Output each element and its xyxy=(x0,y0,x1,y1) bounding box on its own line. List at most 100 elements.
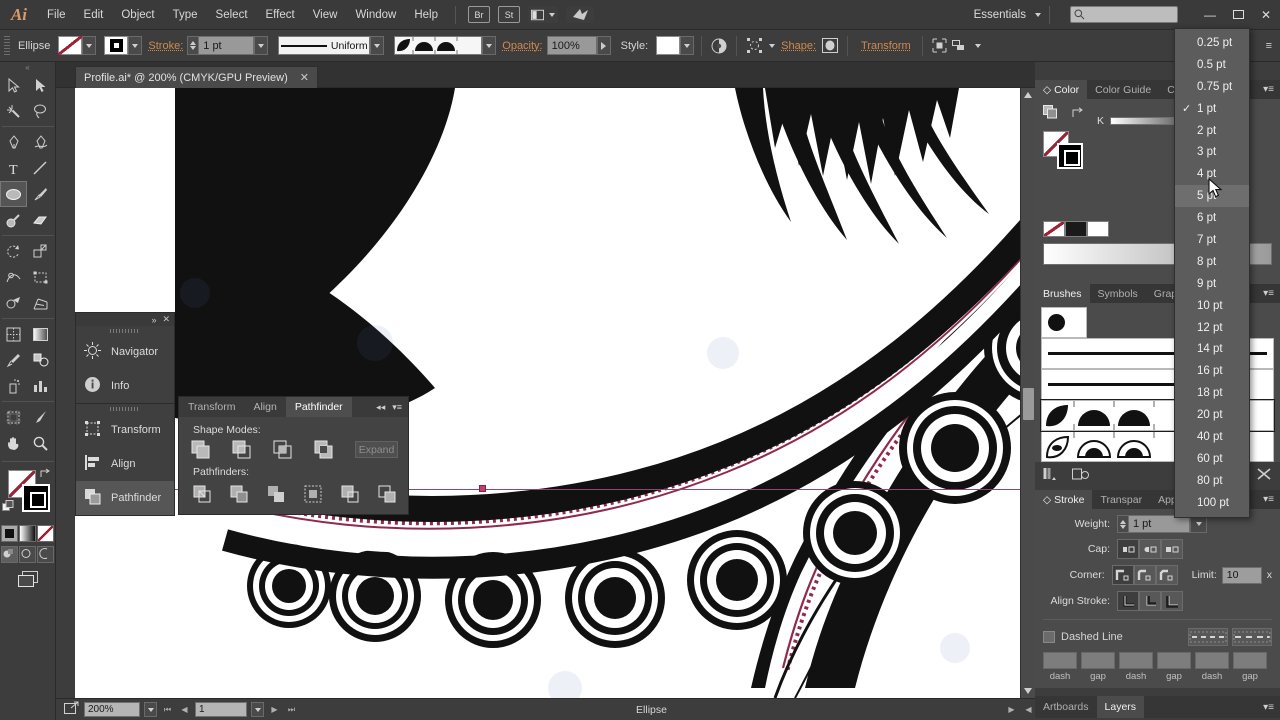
navigator-panel-titlebar[interactable]: » ✕ xyxy=(76,313,174,326)
align-inside-icon[interactable] xyxy=(1139,591,1161,611)
gap-field-2[interactable] xyxy=(1157,652,1191,669)
draw-behind-mode[interactable] xyxy=(19,546,36,563)
last-artboard-button[interactable]: ⏭ xyxy=(285,702,298,717)
dropdown-option[interactable]: 16 pt xyxy=(1175,360,1249,382)
panel-menu-icon[interactable]: ▾≡ xyxy=(392,402,402,413)
artboard-number-field[interactable]: 1 xyxy=(195,702,247,717)
panel-grip-2[interactable] xyxy=(76,404,174,413)
status-next-icon[interactable]: ▶ xyxy=(1005,702,1018,717)
minus-front-icon[interactable] xyxy=(232,440,251,459)
bridge-button[interactable]: Br xyxy=(468,6,490,23)
gradient-tool[interactable] xyxy=(27,321,54,347)
opacity-dropdown-button[interactable] xyxy=(596,36,611,55)
scroll-down-icon[interactable] xyxy=(1024,688,1032,694)
zoom-level-field[interactable]: 200% xyxy=(84,702,140,717)
sidebar-item-pathfinder[interactable]: Pathfinder xyxy=(76,481,174,515)
projecting-cap-icon[interactable] xyxy=(1161,539,1183,559)
stroke-weight-dropdown-menu[interactable]: 0.25 pt 0.5 pt 0.75 pt 1 pt 2 pt 3 pt 4 … xyxy=(1174,28,1250,518)
color-swap-icon[interactable] xyxy=(1070,106,1085,122)
document-tab[interactable]: Profile.ai* @ 200% (CMYK/GPU Preview) ✕ xyxy=(75,66,318,88)
tab-stroke[interactable]: ◇ Stroke xyxy=(1035,490,1093,509)
graphic-style-swatch[interactable] xyxy=(656,36,681,55)
brush-definition-preview[interactable] xyxy=(394,36,483,55)
dropdown-option[interactable]: 12 pt xyxy=(1175,317,1249,339)
intersect-icon[interactable] xyxy=(273,440,292,459)
align-objects-icon[interactable] xyxy=(950,36,970,56)
zoom-tool[interactable] xyxy=(27,430,54,456)
tab-layers[interactable]: Layers xyxy=(1096,696,1145,718)
style-dropdown-button[interactable] xyxy=(680,36,695,55)
scale-tool[interactable] xyxy=(27,238,54,264)
remove-brush-link-icon[interactable] xyxy=(1072,467,1090,484)
dropdown-option[interactable]: 2 pt xyxy=(1175,120,1249,142)
dropdown-option[interactable]: 0.75 pt xyxy=(1175,76,1249,98)
stock-button[interactable]: St xyxy=(498,6,520,23)
dash-preserve-exact-icon[interactable] xyxy=(1188,628,1228,646)
dashed-line-checkbox[interactable] xyxy=(1043,631,1055,643)
status-menu-icon[interactable]: ◀ xyxy=(1022,702,1035,717)
recolor-artwork-icon[interactable] xyxy=(709,36,729,56)
menu-edit[interactable]: Edit xyxy=(75,0,113,30)
direct-selection-tool[interactable] xyxy=(27,72,54,98)
tab-align[interactable]: Align xyxy=(244,397,285,417)
blend-tool[interactable] xyxy=(27,347,54,373)
dropdown-option[interactable]: 10 pt xyxy=(1175,295,1249,317)
opacity-field[interactable]: 100% xyxy=(546,36,597,55)
brushes-panel-menu-icon[interactable]: ▾≡ xyxy=(1263,284,1280,303)
tab-transparency[interactable]: Transpar xyxy=(1092,490,1150,509)
tab-artboards[interactable]: Artboards xyxy=(1035,696,1097,718)
next-artboard-button[interactable]: ▶ xyxy=(268,702,281,717)
draw-normal-mode[interactable] xyxy=(1,546,18,563)
limit-field[interactable]: 10 xyxy=(1221,566,1262,584)
default-fill-stroke-icon[interactable] xyxy=(2,500,15,516)
previous-artboard-button[interactable]: ◀ xyxy=(178,702,191,717)
dropdown-option[interactable]: 9 pt xyxy=(1175,273,1249,295)
artboard-dropdown-button[interactable] xyxy=(251,702,264,717)
round-cap-icon[interactable] xyxy=(1139,539,1161,559)
dropdown-option[interactable]: 8 pt xyxy=(1175,251,1249,273)
curvature-tool[interactable] xyxy=(27,129,54,155)
brush-basic-dot[interactable] xyxy=(1041,307,1087,338)
color-swatch-toggle-icon[interactable] xyxy=(1043,105,1058,122)
dropdown-option[interactable]: 18 pt xyxy=(1175,382,1249,404)
crop-icon[interactable] xyxy=(304,485,323,504)
select-similar-icon[interactable] xyxy=(744,36,764,56)
isolate-selected-icon[interactable] xyxy=(930,36,950,56)
workspace-label[interactable]: Essentials xyxy=(970,9,1030,21)
dropdown-option[interactable]: 0.25 pt xyxy=(1175,32,1249,54)
menu-window[interactable]: Window xyxy=(346,0,405,30)
tab-symbols[interactable]: Symbols xyxy=(1090,284,1146,303)
dropdown-option[interactable]: 7 pt xyxy=(1175,229,1249,251)
close-button[interactable]: ✕ xyxy=(1252,4,1280,26)
tab-pathfinder[interactable]: Pathfinder xyxy=(285,397,352,417)
color-stroke-swatch[interactable] xyxy=(1057,143,1083,169)
dropdown-option-selected[interactable]: 1 pt xyxy=(1175,98,1249,120)
trim-icon[interactable] xyxy=(230,485,249,504)
tab-color-guide[interactable]: Color Guide xyxy=(1087,80,1159,99)
control-bar-grip[interactable] xyxy=(4,35,10,56)
dash-field-1[interactable] xyxy=(1043,652,1077,669)
maximize-button[interactable] xyxy=(1224,4,1252,26)
brush-definition-dropdown-button[interactable] xyxy=(482,36,497,55)
tab-color[interactable]: ◇ Color xyxy=(1035,80,1088,99)
menu-help[interactable]: Help xyxy=(405,0,447,30)
perspective-grid-tool[interactable] xyxy=(27,290,54,316)
stroke-profile-dropdown-button[interactable] xyxy=(370,36,385,55)
fill-color-swatch[interactable] xyxy=(58,36,83,55)
stroke-weight-dropdown-button[interactable] xyxy=(254,36,269,55)
fill-dropdown-button[interactable] xyxy=(82,36,97,55)
dropdown-option[interactable]: 6 pt xyxy=(1175,207,1249,229)
scroll-up-icon[interactable] xyxy=(1024,92,1032,98)
weight-stepper[interactable] xyxy=(1117,515,1128,533)
menu-view[interactable]: View xyxy=(304,0,347,30)
selection-tool[interactable] xyxy=(0,72,27,98)
eraser-tool[interactable] xyxy=(27,207,54,233)
sidebar-item-navigator[interactable]: Navigator xyxy=(76,335,174,369)
stroke-color-swatch[interactable] xyxy=(104,36,129,55)
artboard-canvas[interactable]: 人人素材 xyxy=(75,88,1020,698)
dropdown-option[interactable]: 20 pt xyxy=(1175,404,1249,426)
swatch-white[interactable] xyxy=(1087,221,1109,237)
minimize-button[interactable]: — xyxy=(1196,4,1224,26)
arrange-documents-button[interactable] xyxy=(528,6,558,23)
column-graph-tool[interactable] xyxy=(27,373,54,399)
